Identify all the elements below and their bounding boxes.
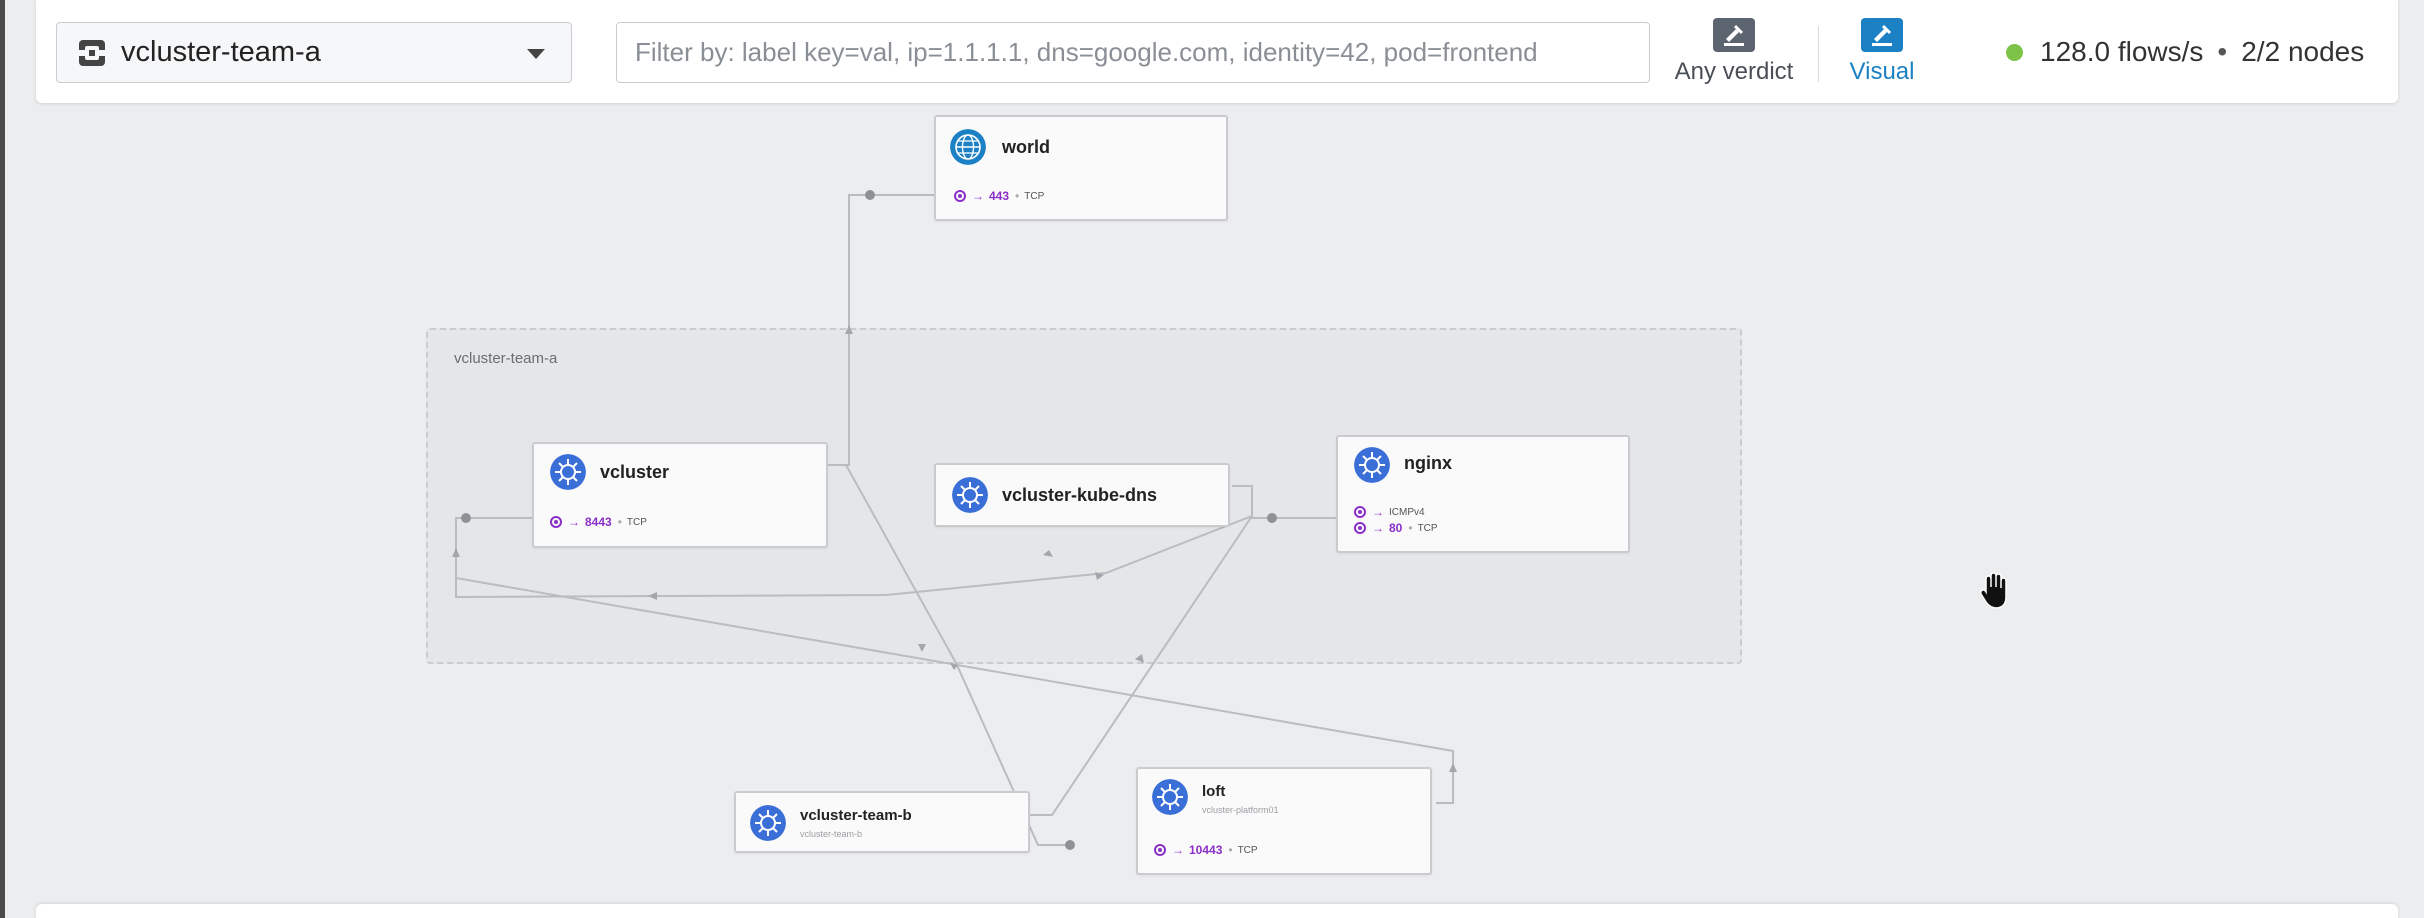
node-subtitle: vcluster-team-b bbox=[800, 829, 863, 839]
node-title: vcluster bbox=[600, 462, 670, 482]
node-title: vcluster-team-b bbox=[800, 807, 912, 824]
flows-rate: 128.0 flows/s bbox=[2040, 36, 2204, 67]
hand-cursor-icon bbox=[1979, 572, 2007, 609]
eye-icon bbox=[1154, 844, 1166, 856]
namespace-select[interactable]: vcluster-team-a bbox=[56, 22, 572, 83]
globe-icon bbox=[950, 129, 986, 165]
nodes-count: 2/2 nodes bbox=[2241, 36, 2365, 67]
port-protocol: TCP bbox=[1024, 190, 1045, 202]
node-vcluster[interactable]: vcluster → 8443 • TCP bbox=[532, 442, 828, 548]
kubernetes-icon bbox=[550, 454, 586, 490]
port-row: → 8443 • TCP bbox=[550, 515, 647, 529]
port-protocol: ICMPv4 bbox=[1389, 506, 1425, 518]
port-separator: • bbox=[617, 515, 622, 529]
node-title: nginx bbox=[1404, 453, 1452, 473]
port-row: → 80 • TCP bbox=[1354, 521, 1438, 535]
arrow-right-icon: → bbox=[1372, 521, 1384, 535]
verdict-filter-button[interactable]: Any verdict bbox=[1654, 18, 1814, 90]
port-number: 443 bbox=[989, 189, 1010, 203]
flow-status: 128.0 flows/s • 2/2 nodes bbox=[2006, 32, 2364, 72]
port-protocol: TCP bbox=[1417, 522, 1438, 534]
namespace-icon bbox=[79, 39, 105, 66]
port-protocol: TCP bbox=[626, 516, 647, 528]
node-subtitle: vcluster-platform01 bbox=[1202, 805, 1279, 815]
port-separator: • bbox=[1015, 189, 1020, 203]
filter-input[interactable] bbox=[616, 22, 1650, 83]
visual-toggle-button[interactable]: Visual bbox=[1842, 18, 1922, 90]
port-number: 80 bbox=[1389, 521, 1403, 535]
verdict-icon bbox=[1713, 18, 1755, 52]
eye-icon bbox=[1354, 522, 1366, 534]
chevron-down-icon bbox=[527, 49, 545, 59]
status-separator: • bbox=[2217, 36, 2228, 67]
status-dot bbox=[2006, 43, 2023, 61]
kubernetes-icon bbox=[750, 805, 786, 841]
port-row: → ICMPv4 bbox=[1354, 505, 1425, 519]
verdict-filter-label: Any verdict bbox=[1674, 58, 1794, 85]
port-row: → 443 • TCP bbox=[954, 189, 1044, 203]
node-nginx[interactable]: nginx → ICMPv4 → 80 • TCP bbox=[1336, 435, 1630, 553]
port-separator: • bbox=[1228, 843, 1233, 857]
kubernetes-icon bbox=[1152, 779, 1188, 815]
kubernetes-icon bbox=[1354, 447, 1390, 483]
eye-icon bbox=[954, 190, 966, 202]
port-number: 10443 bbox=[1189, 843, 1223, 857]
node-title: vcluster-kube-dns bbox=[1002, 485, 1158, 505]
arrow-right-icon: → bbox=[1172, 843, 1184, 857]
eye-icon bbox=[1354, 506, 1366, 518]
node-title: loft bbox=[1202, 783, 1226, 800]
node-world[interactable]: world → 443 • TCP bbox=[934, 115, 1228, 221]
window-edge bbox=[0, 0, 5, 918]
namespace-group-label: vcluster-team-a bbox=[454, 350, 558, 367]
toolbar: vcluster-team-a Any verdict Visual 128.0… bbox=[36, 0, 2398, 103]
node-vcluster-team-b[interactable]: vcluster-team-b vcluster-team-b bbox=[734, 791, 1030, 853]
bottom-panel bbox=[36, 904, 2398, 918]
port-protocol: TCP bbox=[1237, 844, 1258, 856]
namespace-label: vcluster-team-a bbox=[121, 36, 321, 68]
port-row: → 10443 • TCP bbox=[1154, 843, 1258, 857]
toolbar-divider bbox=[1818, 26, 1819, 82]
node-loft[interactable]: loft vcluster-platform01 → 10443 • TCP bbox=[1136, 767, 1432, 875]
port-separator: • bbox=[1408, 521, 1413, 535]
eye-icon bbox=[550, 516, 562, 528]
visual-toggle-label: Visual bbox=[1849, 58, 1915, 85]
service-map-canvas[interactable]: vcluster-team-a world → 443 • TCP vclust… bbox=[36, 103, 2398, 903]
node-vcluster-kube-dns[interactable]: vcluster-kube-dns bbox=[934, 463, 1230, 527]
arrow-right-icon: → bbox=[1372, 505, 1384, 519]
kubernetes-icon bbox=[952, 477, 988, 513]
port-number: 8443 bbox=[585, 515, 612, 529]
visual-icon bbox=[1861, 18, 1903, 52]
arrow-right-icon: → bbox=[972, 189, 984, 203]
arrow-right-icon: → bbox=[568, 515, 580, 529]
node-title: world bbox=[1002, 137, 1050, 157]
